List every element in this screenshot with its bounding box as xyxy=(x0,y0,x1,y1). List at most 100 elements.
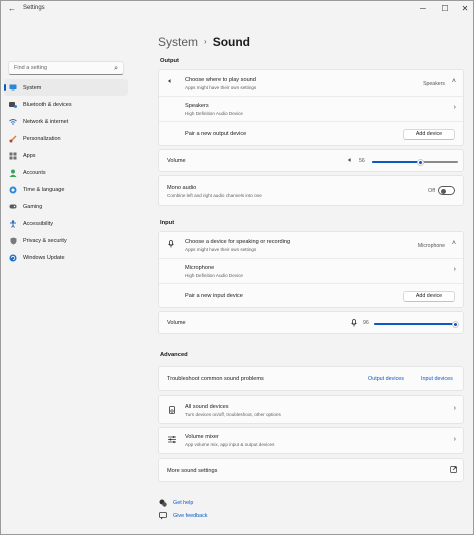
sidebar-item-network[interactable]: Network & internet xyxy=(4,113,128,130)
mono-audio-toggle[interactable] xyxy=(438,186,455,195)
title-bar: ← Settings ─ ☐ ✕ xyxy=(1,1,473,17)
person-icon xyxy=(9,169,17,177)
sidebar-item-label: Network & internet xyxy=(23,118,69,125)
volume-mixer-card[interactable]: Volume mixer App volume mix, app input &… xyxy=(158,427,464,454)
pair-output-label: Pair a new output device xyxy=(185,131,247,137)
add-output-device-button[interactable]: Add device xyxy=(403,129,455,140)
output-volume-card: Volume 🔈︎ 56 xyxy=(158,149,464,172)
minimize-button[interactable]: ─ xyxy=(417,3,429,15)
all-sound-devices-subtitle: Turn devices on/off, troubleshoot, other… xyxy=(185,412,281,417)
apps-icon xyxy=(9,152,17,160)
mixer-icon xyxy=(167,436,176,445)
sidebar-item-label: System xyxy=(23,84,42,91)
sidebar-item-bluetooth[interactable]: Bluetooth & devices xyxy=(4,96,128,113)
update-icon xyxy=(9,254,17,262)
choose-input-row[interactable]: Choose a device for speaking or recordin… xyxy=(159,232,463,258)
choose-output-row[interactable]: 🔈︎ Choose where to play sound Apps might… xyxy=(159,70,463,96)
pair-input-row: Pair a new input device Add device xyxy=(159,283,463,308)
open-external-icon xyxy=(449,466,458,475)
volume-mixer-subtitle: App volume mix, app input & output devic… xyxy=(185,442,275,447)
sidebar-item-personalization[interactable]: Personalization xyxy=(4,130,128,147)
breadcrumb: System › Sound xyxy=(158,35,250,49)
all-sound-devices-card[interactable]: All sound devices Turn devices on/off, t… xyxy=(158,395,464,424)
microphone-volume-icon[interactable] xyxy=(349,319,358,329)
settings-window: ← Settings ─ ☐ ✕ Find a setting ⌕ System… xyxy=(0,0,474,535)
chevron-right-icon: › xyxy=(453,405,456,412)
search-icon: ⌕ xyxy=(114,65,118,72)
output-volume-value: 56 xyxy=(359,158,365,164)
mono-audio-card: Mono audio Combine left and right audio … xyxy=(158,175,464,206)
sidebar-item-accounts[interactable]: Accounts xyxy=(4,164,128,181)
input-volume-value: 96 xyxy=(363,320,369,326)
output-devices-link[interactable]: Output devices xyxy=(368,376,404,382)
search-input[interactable]: Find a setting ⌕ xyxy=(8,61,124,75)
choose-output-title: Choose where to play sound xyxy=(185,77,256,83)
output-volume-slider[interactable] xyxy=(372,158,458,166)
chevron-right-icon: › xyxy=(453,436,456,443)
back-arrow-icon[interactable]: ← xyxy=(7,4,17,14)
mono-audio-subtitle: Combine left and right audio channels in… xyxy=(167,193,262,198)
output-heading: Output xyxy=(160,58,179,64)
output-volume-thumb[interactable] xyxy=(416,158,424,166)
microphone-device-subtitle: High Definition Audio Device xyxy=(185,273,243,278)
input-volume-thumb[interactable] xyxy=(451,320,459,328)
chevron-right-icon: › xyxy=(453,266,456,273)
microphone-device-name: Microphone xyxy=(185,265,215,271)
shield-icon xyxy=(9,237,17,245)
brush-icon xyxy=(9,135,17,143)
breadcrumb-parent[interactable]: System xyxy=(158,35,198,49)
speakers-device-name: Speakers xyxy=(185,103,209,109)
sidebar-item-label: Time & language xyxy=(23,186,65,193)
microphone-device-row[interactable]: Microphone High Definition Audio Device … xyxy=(159,258,463,283)
more-sound-settings-label: More sound settings xyxy=(167,468,218,474)
give-feedback-link[interactable]: Give feedback xyxy=(173,513,207,519)
sidebar-nav: System Bluetooth & devices Network & int… xyxy=(4,79,128,266)
troubleshoot-label: Troubleshoot common sound problems xyxy=(167,376,264,382)
output-volume-fill xyxy=(372,161,420,163)
sidebar-item-label: Personalization xyxy=(23,135,61,142)
close-button[interactable]: ✕ xyxy=(459,3,471,15)
breadcrumb-separator: › xyxy=(204,37,207,46)
sidebar-item-system[interactable]: System xyxy=(4,79,128,96)
wifi-icon xyxy=(9,118,17,126)
more-sound-settings-card[interactable]: More sound settings xyxy=(158,458,464,482)
monitor-icon xyxy=(9,84,17,92)
input-volume-label: Volume xyxy=(167,320,186,326)
sidebar-item-accessibility[interactable]: Accessibility xyxy=(4,215,128,232)
choose-output-subtitle: Apps might have their own settings xyxy=(185,85,257,90)
speakers-device-subtitle: High Definition Audio Device xyxy=(185,111,243,116)
speaker-volume-icon[interactable]: 🔈︎ xyxy=(346,157,355,165)
get-help-link[interactable]: Get help xyxy=(173,500,193,506)
input-devices-link[interactable]: Input devices xyxy=(421,376,453,382)
pair-output-row: Pair a new output device Add device xyxy=(159,121,463,146)
speakers-device-row[interactable]: Speakers High Definition Audio Device › xyxy=(159,96,463,121)
output-device-card: 🔈︎ Choose where to play sound Apps might… xyxy=(158,69,464,146)
bluetooth-icon xyxy=(9,101,17,109)
sidebar-item-label: Accounts xyxy=(23,169,46,176)
choose-input-title: Choose a device for speaking or recordin… xyxy=(185,239,291,245)
sidebar-item-windows-update[interactable]: Windows Update xyxy=(4,249,128,266)
chevron-up-icon: ˄ xyxy=(451,78,456,85)
search-placeholder: Find a setting xyxy=(14,65,48,71)
input-device-card: Choose a device for speaking or recordin… xyxy=(158,231,464,308)
feedback-icon xyxy=(159,512,167,522)
sidebar-item-gaming[interactable]: Gaming xyxy=(4,198,128,215)
microphone-icon xyxy=(166,240,175,250)
mono-audio-title: Mono audio xyxy=(167,185,197,191)
chevron-up-icon: ˄ xyxy=(451,240,456,247)
speaker-device-icon xyxy=(167,406,176,416)
sidebar-item-label: Privacy & security xyxy=(23,237,67,244)
volume-mixer-title: Volume mixer xyxy=(185,434,219,440)
sidebar-item-label: Gaming xyxy=(23,203,43,210)
sidebar-item-time-language[interactable]: Time & language xyxy=(4,181,128,198)
input-volume-slider[interactable] xyxy=(374,320,459,328)
sidebar-item-privacy[interactable]: Privacy & security xyxy=(4,232,128,249)
all-sound-devices-title: All sound devices xyxy=(185,404,229,410)
page-title: Sound xyxy=(212,35,251,49)
pair-input-label: Pair a new input device xyxy=(185,293,243,299)
add-input-device-button[interactable]: Add device xyxy=(403,291,455,302)
chevron-right-icon: › xyxy=(453,104,456,111)
app-title: Settings xyxy=(23,5,45,11)
sidebar-item-apps[interactable]: Apps xyxy=(4,147,128,164)
maximize-button[interactable]: ☐ xyxy=(439,3,451,15)
